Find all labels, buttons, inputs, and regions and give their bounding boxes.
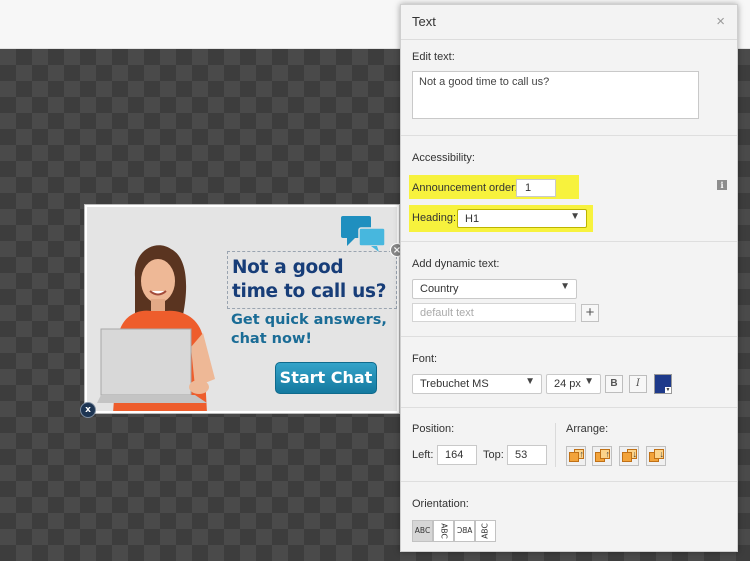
- banner-ad[interactable]: Not a good time to call us? Get quick an…: [84, 204, 400, 414]
- orientation-mirror-button[interactable]: ABC: [454, 520, 475, 542]
- chevron-down-icon: ▼: [570, 211, 580, 222]
- arrow-down-icon: ↓: [632, 449, 638, 459]
- divider: [401, 481, 737, 482]
- font-size-value: 24 px: [554, 378, 581, 390]
- dynamic-text-select-value: Country: [420, 283, 459, 295]
- top-label: Top:: [483, 449, 504, 461]
- font-family-select[interactable]: Trebuchet MS ▼: [412, 374, 542, 394]
- banner-delete-icon[interactable]: x: [80, 402, 96, 418]
- orientation-option-label: ABC: [414, 526, 431, 535]
- arrow-up-icon: ↑: [579, 449, 585, 459]
- position-label: Position:: [412, 423, 455, 435]
- arrow-down-icon: ↓: [659, 449, 665, 459]
- divider: [401, 336, 737, 337]
- panel-title: Text: [412, 14, 436, 29]
- italic-button[interactable]: I: [629, 375, 647, 393]
- announcement-order-input[interactable]: 1: [516, 179, 556, 197]
- orientation-label: Orientation:: [412, 498, 469, 510]
- arrow-up-icon: ↑: [605, 449, 611, 459]
- font-size-select[interactable]: 24 px ▼: [546, 374, 601, 394]
- start-chat-button[interactable]: Start Chat: [275, 362, 377, 394]
- chevron-down-icon: ▼: [584, 376, 594, 387]
- bold-button[interactable]: B: [605, 375, 623, 393]
- panel-header: Text ×: [401, 5, 737, 40]
- accessibility-label: Accessibility:: [412, 152, 475, 164]
- dynamic-text-select[interactable]: Country ▼: [412, 279, 577, 299]
- heading-label: Heading:: [412, 212, 457, 224]
- divider: [401, 135, 737, 136]
- headline-selection-box[interactable]: Not a good time to call us?: [227, 251, 397, 309]
- banner-background: Not a good time to call us? Get quick an…: [87, 207, 397, 411]
- orientation-option-label: ABC: [480, 523, 490, 539]
- font-label: Font:: [412, 353, 438, 365]
- heading-select[interactable]: H1 ▼: [457, 209, 587, 228]
- announcement-order-label: Announcement order:: [412, 182, 518, 194]
- heading-select-value: H1: [465, 213, 480, 225]
- text-properties-panel: Text × Edit text: Not a good time to cal…: [400, 4, 738, 552]
- bring-forward-button[interactable]: ↑: [592, 446, 612, 466]
- send-to-back-button[interactable]: ↓: [646, 446, 666, 466]
- orientation-rotate-right-button[interactable]: ABC: [433, 520, 454, 542]
- add-dynamic-text-button[interactable]: +: [581, 304, 599, 322]
- divider: [401, 407, 737, 408]
- arrange-label: Arrange:: [566, 423, 609, 435]
- font-color-picker[interactable]: ▼: [654, 374, 672, 394]
- layer-front-icon: [622, 452, 632, 462]
- send-backward-button[interactable]: ↓: [619, 446, 639, 466]
- edit-text-label: Edit text:: [412, 51, 455, 63]
- banner-headline[interactable]: Not a good time to call us?: [232, 256, 392, 304]
- default-text-input[interactable]: default text: [412, 303, 576, 322]
- orientation-option-label: ABC: [456, 526, 473, 535]
- bring-to-front-button[interactable]: ↑: [566, 446, 586, 466]
- orientation-option-label: ABC: [439, 523, 449, 539]
- edit-text-textarea[interactable]: Not a good time to call us?: [412, 71, 699, 119]
- font-family-value: Trebuchet MS: [420, 378, 489, 390]
- caret-down-icon: ▼: [665, 387, 671, 393]
- left-label: Left:: [412, 449, 434, 461]
- info-icon[interactable]: i: [717, 180, 727, 190]
- top-position-input[interactable]: 53: [507, 445, 547, 465]
- arrange-divider: [555, 423, 556, 467]
- divider: [401, 241, 737, 242]
- woman-with-laptop-image: [97, 245, 215, 411]
- banner-subline[interactable]: Get quick answers, chat now!: [231, 311, 396, 349]
- chevron-down-icon: ▼: [525, 376, 535, 387]
- panel-close-icon[interactable]: ×: [716, 13, 725, 30]
- dynamic-text-label: Add dynamic text:: [412, 258, 500, 270]
- left-position-input[interactable]: 164: [437, 445, 477, 465]
- orientation-horizontal-button[interactable]: ABC: [412, 520, 433, 542]
- chat-bubbles-icon: [341, 216, 386, 252]
- orientation-rotate-left-button[interactable]: ABC: [475, 520, 496, 542]
- layer-front-icon: [569, 452, 579, 462]
- chevron-down-icon: ▼: [560, 281, 570, 292]
